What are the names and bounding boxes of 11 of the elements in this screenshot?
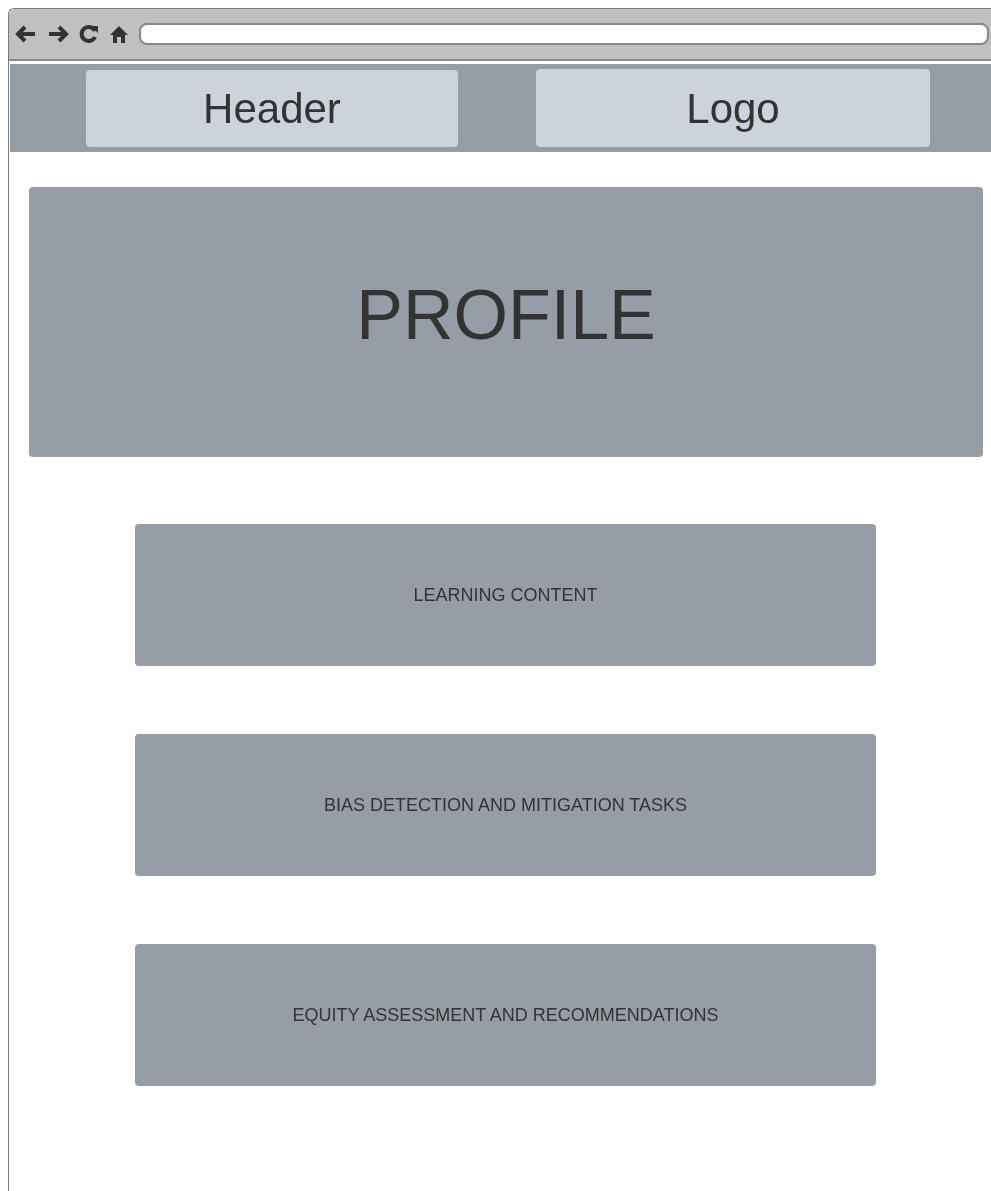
section-button[interactable]: BIAS DETECTION AND MITIGATION TASKS [135,734,876,876]
home-icon[interactable] [109,25,129,43]
address-bar[interactable] [139,23,989,45]
header-title: Header [86,69,458,147]
reload-icon[interactable] [79,24,99,44]
section-button[interactable]: LEARNING CONTENT [135,524,876,666]
profile-banner[interactable]: PROFILE [29,187,983,457]
back-icon[interactable] [15,24,37,44]
forward-icon[interactable] [47,24,69,44]
section-button[interactable]: EQUITY ASSESSMENT AND RECOMMENDATIONS [135,944,876,1086]
logo: Logo [536,69,930,147]
